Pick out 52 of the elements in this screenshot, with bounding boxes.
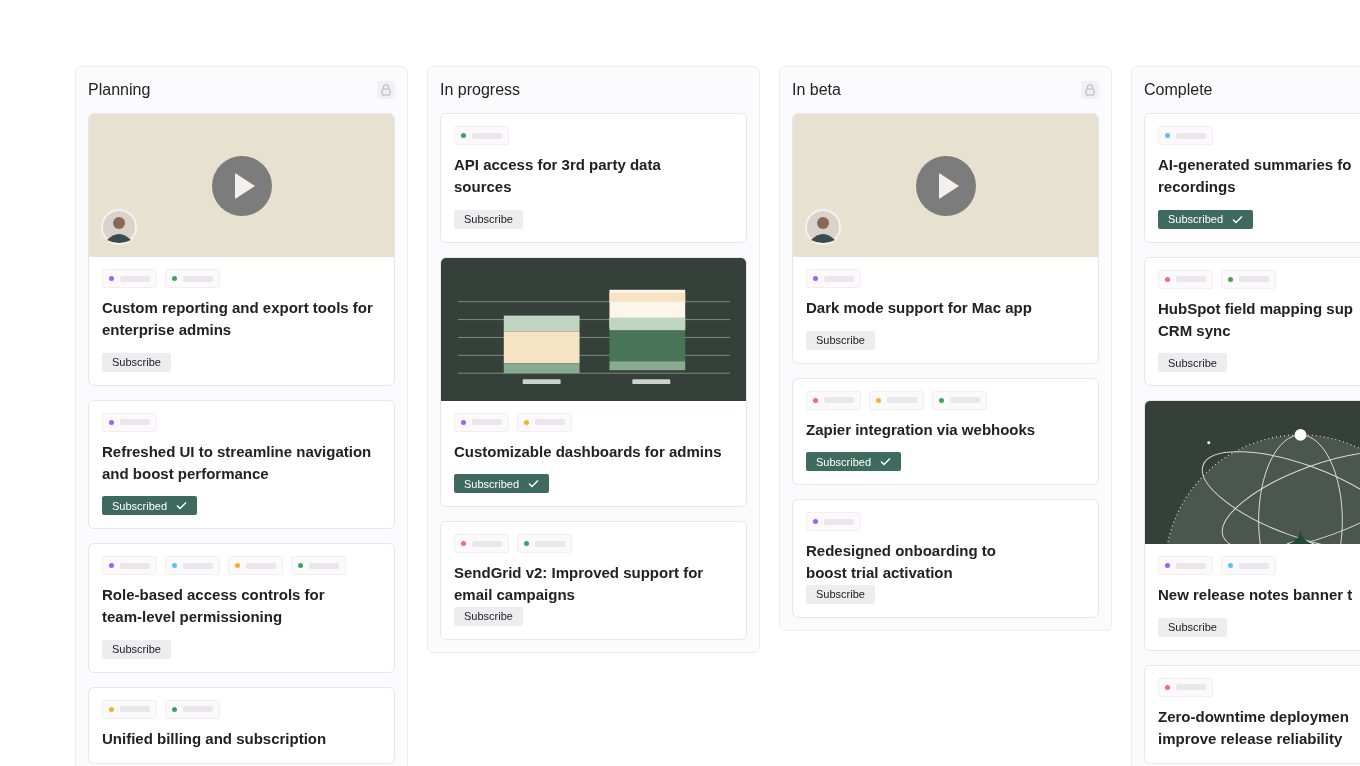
check-icon	[1232, 214, 1244, 224]
card-title: Unified billing and subscription	[102, 728, 328, 749]
column-title: In beta	[792, 81, 841, 99]
card-title: Refreshed UI to streamline navigation and boost performance	[102, 441, 373, 484]
avatar	[805, 209, 841, 245]
feature-card[interactable]: Custom reporting and export tools for enterprise admins Subscribe	[88, 113, 395, 386]
card-title: New release notes banner t	[1158, 585, 1354, 605]
check-icon	[880, 457, 892, 466]
feature-card[interactable]: HubSpot field mapping sup CRM sync Subscribe	[1144, 256, 1360, 386]
feature-card[interactable]: Customizable dashboards for admins Subscribed	[440, 256, 747, 507]
feature-card[interactable]: Zero-downtime deploymen improve release reliability	[1144, 664, 1360, 764]
card-title: API access for 3rd party data sources	[454, 155, 662, 197]
play-button[interactable]	[211, 155, 272, 216]
card-title: Role-based access controls for team-level permissioning	[102, 585, 326, 627]
subscribe-button[interactable]: Subscribe	[454, 606, 523, 626]
card-title: AI-generated summaries fo recordings	[1158, 155, 1353, 197]
column-title: In progress	[440, 81, 521, 99]
card-title: HubSpot field mapping sup CRM sync	[1158, 298, 1354, 341]
card-title: Customizable dashboards for admins	[454, 441, 723, 462]
subscribed-button[interactable]: Subscribed	[102, 496, 198, 515]
subscribed-button[interactable]: Subscribed	[1158, 209, 1254, 229]
card-title: Zapier integration via webhooks	[806, 419, 1037, 440]
subscribe-button[interactable]: Subscribe	[454, 209, 523, 229]
subscribe-button[interactable]: Subscribe	[102, 639, 171, 659]
subscribe-button[interactable]: Subscribe	[806, 584, 875, 604]
feature-card[interactable]: New release notes banner t Subscribe	[1144, 400, 1360, 651]
feature-card[interactable]: SendGrid v2: Improved support for email campaigns Subscribe	[440, 521, 747, 640]
subscribe-button[interactable]: Subscribe	[102, 352, 171, 372]
subscribed-button[interactable]: Subscribed	[454, 474, 550, 493]
avatar	[101, 209, 137, 245]
feature-card[interactable]: Unified billing and subscription	[88, 686, 395, 764]
subscribed-button[interactable]: Subscribed	[806, 452, 902, 471]
card-title: SendGrid v2: Improved support for email campaigns	[454, 563, 705, 605]
subscribe-button[interactable]: Subscribe	[1158, 353, 1227, 372]
card-title: Dark mode support for Mac app	[806, 298, 1033, 318]
feature-card[interactable]: Role-based access controls for team-level permissioning Subscribe	[88, 543, 395, 673]
check-icon	[528, 479, 540, 488]
card-title: Redesigned onboarding to boost trial activation	[806, 541, 997, 583]
column-title: Planning	[88, 81, 151, 99]
card-title: Custom reporting and export tools for enterprise admins	[102, 298, 374, 340]
card-title: Zero-downtime deploymen improve release reliability	[1158, 706, 1350, 749]
play-button[interactable]	[915, 155, 976, 216]
feature-card[interactable]: Refreshed UI to streamline navigation and boost performance Subscribed	[88, 399, 395, 529]
check-icon	[176, 501, 188, 510]
feature-card[interactable]: Zapier integration via webhooks Subscribed	[792, 377, 1099, 485]
subscribe-button[interactable]: Subscribe	[806, 330, 875, 350]
subscribe-button[interactable]: Subscribe	[1158, 617, 1227, 637]
feature-card[interactable]: Dark mode support for Mac app Subscribe	[792, 113, 1099, 364]
feature-card[interactable]: API access for 3rd party data sources Subscribe	[440, 113, 747, 243]
column-title: Complete	[1144, 81, 1213, 99]
feature-card[interactable]: Redesigned onboarding to boost trial activation Subscribe	[792, 499, 1099, 618]
feature-card[interactable]: AI-generated summaries fo recordings Subscribed	[1144, 113, 1360, 243]
